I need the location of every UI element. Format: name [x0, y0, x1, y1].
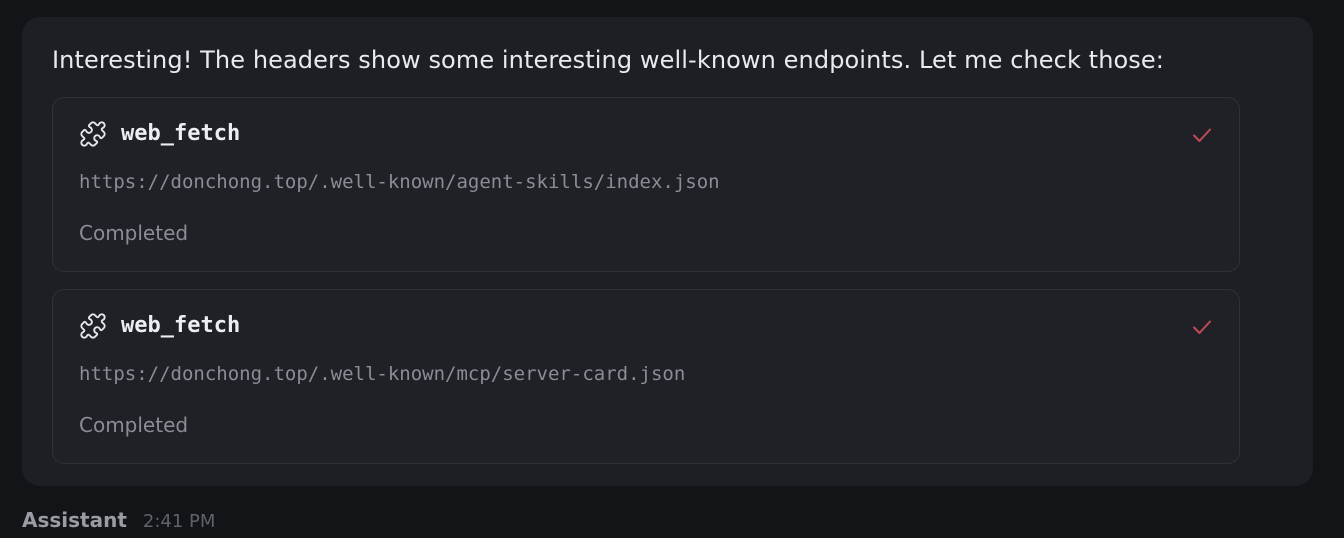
tool-call-url: https://donchong.top/.well-known/mcp/ser… [79, 363, 686, 385]
message-text: Interesting! The headers show some inter… [52, 46, 1164, 74]
tool-call-status: Completed [79, 413, 189, 437]
puzzle-icon [79, 120, 107, 148]
checkmark-icon [1191, 316, 1213, 338]
puzzle-icon [79, 312, 107, 340]
tool-call-status: Completed [79, 221, 189, 245]
tool-name: web_fetch [121, 121, 241, 146]
tool-call-card[interactable]: web_fetch https://donchong.top/.well-kno… [52, 289, 1240, 464]
checkmark-icon [1191, 124, 1213, 146]
tool-call-card[interactable]: web_fetch https://donchong.top/.well-kno… [52, 97, 1240, 272]
message-author: Assistant [22, 508, 127, 532]
assistant-message-bubble: Interesting! The headers show some inter… [22, 17, 1313, 486]
tool-name: web_fetch [121, 313, 241, 338]
tool-call-header: web_fetch [79, 312, 240, 340]
tool-call-header: web_fetch [79, 120, 240, 148]
message-timestamp: 2:41 PM [142, 511, 216, 532]
tool-call-url: https://donchong.top/.well-known/agent-s… [79, 171, 720, 193]
message-meta: Assistant 2:41 PM [22, 508, 215, 538]
